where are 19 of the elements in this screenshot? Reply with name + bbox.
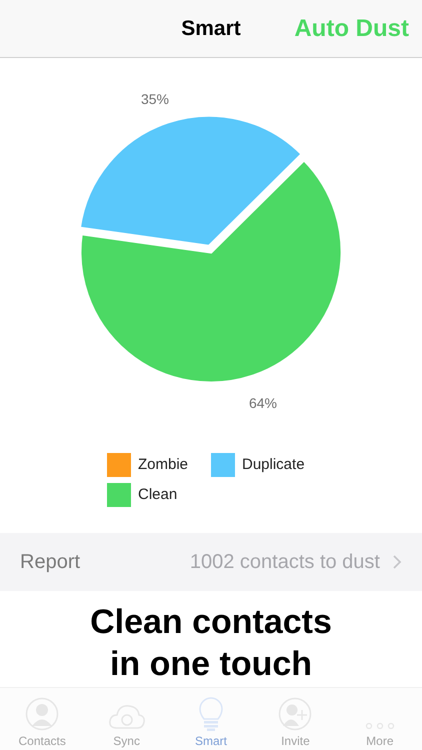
report-value: 1002 contacts to dust bbox=[190, 550, 380, 575]
legend-label: Clean bbox=[138, 484, 178, 505]
report-label: Report bbox=[20, 550, 80, 575]
legend-label: Duplicate bbox=[242, 454, 305, 475]
nav-title: Smart bbox=[181, 16, 241, 42]
tab[interactable]: Invite bbox=[253, 688, 338, 750]
tab[interactable]: Sync bbox=[84, 688, 169, 750]
caption-text: Clean contacts bbox=[90, 602, 332, 643]
slice-label: 35% bbox=[140, 91, 170, 107]
legend-label: Zombie bbox=[138, 454, 188, 475]
tab[interactable]: Smart bbox=[168, 688, 254, 750]
chevron-icon bbox=[392, 554, 402, 570]
lightbulb-icon bbox=[199, 697, 224, 731]
tab[interactable]: Contacts bbox=[0, 688, 84, 750]
auto-dust-button[interactable]: Auto Dust bbox=[294, 10, 409, 46]
slice-label: 64% bbox=[248, 395, 278, 411]
tab[interactable]: More bbox=[338, 688, 422, 750]
report-row[interactable]: Report 1002 contacts to dust bbox=[0, 533, 422, 591]
caption-text: in one touch bbox=[110, 644, 312, 685]
